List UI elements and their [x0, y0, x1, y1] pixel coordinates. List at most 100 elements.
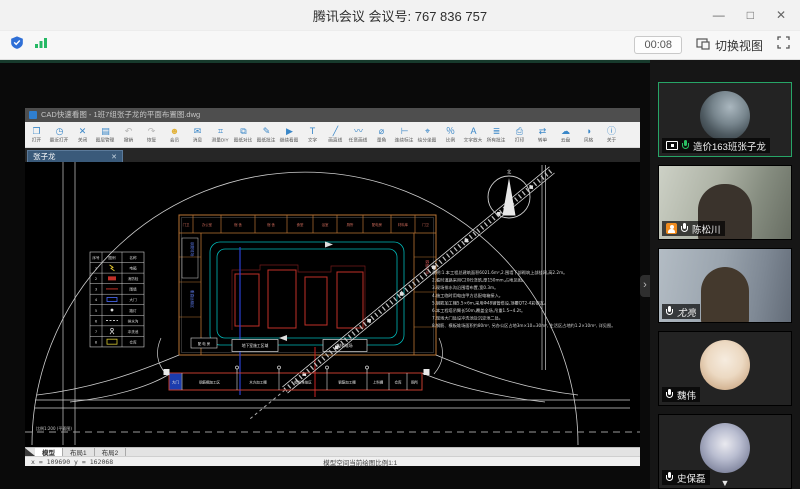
participant-tile-weiwei[interactable]: 魏伟 [658, 331, 792, 406]
svg-text:6.本工程塔吊臂长50m,覆盖全场,吊重1.5~4.2t。: 6.本工程塔吊臂长50m,覆盖全场,吊重1.5~4.2t。 [432, 307, 525, 314]
svg-text:排水沟: 排水沟 [128, 318, 139, 323]
main-area: CAD快速看图 - 1班7组张子龙的平面布置图.dwg ❐打开◷最近打开✕关闭▤… [0, 60, 800, 489]
cad-toolbar-button-22[interactable]: ⎙打印 [508, 122, 531, 147]
cad-toolbar-button-3[interactable]: ✕关闭 [71, 122, 94, 147]
cad-toolbar-button-2[interactable]: ◷最近打开 [48, 122, 71, 147]
switch-view-button[interactable]: 切换视图 [696, 37, 763, 54]
svg-text:浴室: 浴室 [322, 222, 329, 227]
mic-icon [666, 306, 673, 317]
layout-tab-wedge [25, 448, 35, 456]
cad-doc-tab-label: 张子龙 [33, 151, 56, 162]
maximize-button[interactable]: □ [747, 8, 754, 22]
svg-text:8.钢筋、模板堆场面积约80m², 另办公区占地3m×10=: 8.钢筋、模板堆场面积约80m², 另办公区占地3m×10=30m², 生活区占… [432, 322, 615, 329]
cad-toolbar-button-9[interactable]: ⌗测量DIY [209, 122, 232, 147]
svg-text:8: 8 [95, 340, 98, 344]
drawing-notes: 说明:1.本工程总建筑面积6021.6m²,2.围墙下部砌筑上部挂网,高2.2m… [432, 269, 615, 329]
cad-toolbar-button-7[interactable]: ☻会员 [163, 122, 186, 147]
svg-text:说明:1.本工程总建筑面积6021.6m²,2.围墙下部砌筑: 说明:1.本工程总建筑面积6021.6m²,2.围墙下部砌筑上部挂网,高2.2m… [432, 269, 567, 276]
cad-toolbar-button-10[interactable]: ⧉图纸对比 [232, 122, 255, 147]
svg-text:大门: 大门 [172, 380, 179, 385]
svg-text:仓库: 仓库 [129, 339, 137, 344]
layout-tab-layout1[interactable]: 布局1 [63, 448, 95, 456]
svg-text:仓库: 仓库 [395, 380, 403, 385]
cad-toolbar-button-15[interactable]: 〰任意画线 [347, 122, 370, 147]
svg-text:序号: 序号 [92, 255, 100, 260]
svg-text:上料棚: 上料棚 [373, 380, 384, 385]
cad-toolbar-button-18[interactable]: ⌖绘分坐图 [416, 122, 439, 147]
svg-text:门卫: 门卫 [183, 222, 190, 227]
close-button[interactable]: ✕ [776, 8, 786, 22]
meeting-titlebar: 腾讯会议 会议号: 767 836 757 — □ ✕ [0, 0, 800, 30]
meeting-title: 腾讯会议 会议号: 767 836 757 [0, 6, 800, 25]
cad-toolbar-button-26[interactable]: ⓘ关于 [600, 122, 623, 147]
cad-toolbar-button-20[interactable]: A文字放大 [462, 122, 485, 147]
participant-name: 尤亮 [677, 305, 696, 319]
drawing-legend: 序号图例名称1电箱2消防栓3围墙4大门5路灯6排水沟7冲洗池8仓库 [90, 252, 144, 347]
cad-toolbar-button-14[interactable]: ╱画直线 [324, 122, 347, 147]
cad-app-icon [29, 111, 37, 119]
cad-toolbar-button-23[interactable]: ⇄转单 [531, 122, 554, 147]
svg-text:宿 舍: 宿 舍 [234, 222, 242, 227]
cad-toolbar-button-25[interactable]: ◑风格 [577, 122, 600, 147]
cad-canvas[interactable]: 钢筋堆场 垂直运输区 模板堆场 地下室施工区域 [25, 162, 640, 447]
area-label-1: 地下室施工区域 [242, 343, 269, 348]
cad-toolbar-button-19[interactable]: ％比例 [439, 122, 462, 147]
cad-toolbar-button-8[interactable]: ✉消息 [186, 122, 209, 147]
left-col-label-1: 钢筋堆场 [190, 242, 195, 257]
svg-text:大门: 大门 [129, 297, 137, 302]
meeting-timer: 00:08 [634, 36, 682, 54]
tab-close-icon[interactable]: ✕ [111, 153, 117, 161]
layout-tab-layout2[interactable]: 布局2 [95, 448, 127, 456]
collapse-sidebar-chevron-icon[interactable]: › [640, 275, 650, 297]
layout-tab-model[interactable]: 模型 [35, 448, 63, 456]
avatar [700, 340, 750, 390]
svg-text:厕所: 厕所 [347, 222, 354, 227]
switch-view-icon [696, 38, 710, 53]
participant-label: 魏伟 [662, 387, 700, 402]
cad-doc-tab[interactable]: 张子龙 ✕ [27, 150, 123, 162]
cad-toolbar-button-5[interactable]: ↶撤销 [117, 122, 140, 147]
switch-view-label: 切换视图 [715, 37, 763, 54]
left-col-label-2: 垂直运输区 [190, 290, 195, 308]
svg-text:2.临时道路采用C20砼浇筑,厚150mm,占地见图。: 2.临时道路采用C20砼浇筑,厚150mm,占地见图。 [432, 277, 526, 284]
participant-name: 魏伟 [677, 388, 696, 402]
minimize-button[interactable]: — [713, 8, 725, 22]
participant-name: 造价163班张子龙 [693, 139, 766, 153]
network-signal-icon[interactable] [34, 36, 48, 54]
person-badge-icon [666, 223, 677, 234]
canvas-side-note: 比例1:200 (平面图) [36, 425, 72, 431]
fullscreen-icon[interactable] [777, 36, 790, 54]
cad-toolbar-button-11[interactable]: ✎图纸批注 [255, 122, 278, 147]
cad-toolbar-button-4[interactable]: ▤图层管理 [94, 122, 117, 147]
participant-name: 陈松川 [692, 222, 721, 236]
svg-text:7: 7 [95, 330, 97, 334]
svg-text:厕所: 厕所 [411, 380, 419, 385]
cad-toolbar-button-13[interactable]: T文字 [301, 122, 324, 147]
avatar [700, 91, 750, 141]
cad-toolbar-button-6[interactable]: ↷恢复 [140, 122, 163, 147]
cad-toolbar-button-12[interactable]: ▶继续看图 [278, 122, 301, 147]
svg-text:配电房: 配电房 [372, 222, 383, 227]
svg-text:6: 6 [95, 319, 98, 323]
silhouette [701, 267, 749, 323]
participant-tile-chensongchuan[interactable]: 陈松川 [658, 165, 792, 240]
participant-label: 史保磊 [662, 470, 710, 485]
cad-toolbar: ❐打开◷最近打开✕关闭▤图层管理↶撤销↷恢复☻会员✉消息⌗测量DIY⧉图纸对比✎… [25, 122, 640, 148]
screen-share-icon [666, 141, 678, 150]
cad-toolbar-button-17[interactable]: ⊢连续标注 [393, 122, 416, 147]
cad-titlebar: CAD快速看图 - 1班7组张子龙的平面布置图.dwg [25, 108, 640, 122]
cad-toolbar-button-1[interactable]: ❐打开 [25, 122, 48, 147]
svg-text:食堂: 食堂 [297, 222, 304, 227]
cad-toolbar-button-24[interactable]: ☁云盘 [554, 122, 577, 147]
mic-icon [666, 472, 673, 483]
svg-text:4.施工临时用电由甲方总配电箱接入。: 4.施工临时用电由甲方总配电箱接入。 [432, 292, 503, 299]
avatar [700, 423, 750, 473]
participant-tile-youliang[interactable]: 尤亮 [658, 248, 792, 323]
cad-toolbar-button-21[interactable]: ≣所有批注 [485, 122, 508, 147]
svg-text:消防栓: 消防栓 [128, 276, 139, 281]
security-shield-icon[interactable] [10, 35, 24, 55]
svg-text:模板堆放区: 模板堆放区 [294, 380, 312, 385]
participant-tile-zhangzilong[interactable]: 造价163班张子龙 [658, 82, 792, 157]
scroll-more-icon[interactable]: ▼ [721, 478, 730, 488]
cad-toolbar-button-16[interactable]: ⌀量角 [370, 122, 393, 147]
